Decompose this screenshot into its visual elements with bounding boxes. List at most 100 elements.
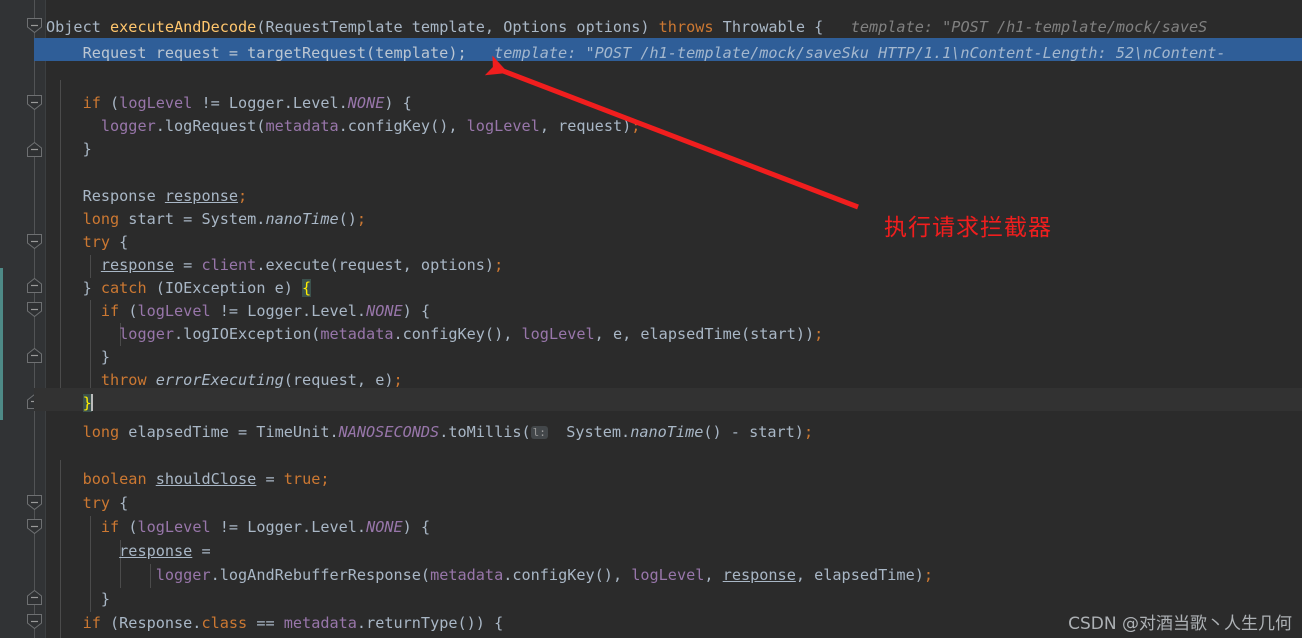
code-token: class	[201, 614, 248, 632]
code-line[interactable]: if (logLevel != Logger.Level.NONE) {	[46, 516, 430, 539]
fold-collapse-down-icon[interactable]	[27, 614, 42, 629]
code-line[interactable]: }	[46, 392, 93, 415]
code-token: (	[119, 302, 138, 320]
code-line[interactable]: } catch (IOException e) {	[46, 277, 312, 300]
code-token: ;	[393, 371, 403, 389]
code-line[interactable]: throw errorExecuting(request, e);	[46, 369, 403, 392]
code-line[interactable]: if (Response.class == metadata.returnTyp…	[46, 612, 504, 635]
code-token: ;	[803, 423, 814, 441]
code-token: .logIOException(	[174, 325, 321, 343]
code-token: =	[174, 256, 202, 274]
code-line[interactable]: response = client.execute(request, optio…	[46, 254, 503, 277]
fold-collapse-down-icon[interactable]	[27, 495, 42, 510]
code-token: try	[82, 494, 111, 512]
code-editor[interactable]: Object executeAndDecode(RequestTemplate …	[0, 0, 1302, 638]
code-token: != Logger.Level.	[192, 94, 348, 112]
code-token: {	[110, 233, 129, 251]
code-token: logLevel	[466, 117, 540, 135]
code-token: catch	[100, 279, 147, 297]
code-line[interactable]: Response response;	[46, 185, 248, 208]
code-token: .logAndRebufferResponse(	[210, 566, 431, 584]
code-line[interactable]: if (logLevel != Logger.Level.NONE) {	[46, 92, 412, 115]
code-token: NANOSECONDS	[338, 423, 440, 441]
fold-collapse-down-icon[interactable]	[27, 18, 42, 33]
code-token: }	[46, 140, 92, 158]
code-line[interactable]: }	[46, 346, 110, 369]
fold-collapse-down-icon[interactable]	[27, 519, 42, 534]
code-token: , e, elapsedTime(start))	[594, 325, 815, 343]
code-token: }	[46, 279, 101, 297]
code-token: ;	[494, 256, 504, 274]
code-token: ;	[814, 325, 824, 343]
code-line[interactable]: logger.logRequest(metadata.configKey(), …	[46, 115, 641, 138]
code-line[interactable]: try {	[46, 231, 129, 254]
code-token: start = System.	[119, 210, 266, 228]
code-token: template: "POST /h1-template/mock/saveSk…	[466, 44, 1226, 62]
code-line[interactable]: logger.logIOException(metadata.configKey…	[46, 323, 823, 346]
fold-collapse-down-icon[interactable]	[27, 302, 42, 317]
code-token: (	[100, 94, 120, 112]
changed-line-marker	[0, 268, 3, 420]
code-token: (IOException e)	[146, 279, 303, 297]
parameter-name-hint: l:	[530, 426, 548, 439]
code-line[interactable]: Object executeAndDecode(RequestTemplate …	[46, 16, 1207, 39]
code-line[interactable]: logger.logAndRebufferResponse(metadata.c…	[46, 564, 933, 587]
code-token: != Logger.Level.	[210, 518, 367, 536]
code-token: {	[814, 18, 824, 36]
code-token: .returnType()) {	[356, 614, 504, 632]
fold-collapse-down-icon[interactable]	[27, 95, 42, 110]
code-token: if	[82, 614, 101, 632]
code-line[interactable]: Request request = targetRequest(template…	[46, 42, 1226, 65]
code-token: {	[110, 494, 129, 512]
code-token: executeAndDecode	[110, 18, 257, 36]
code-line[interactable]: }	[46, 138, 92, 161]
code-token: ;	[238, 187, 248, 205]
code-token: (	[119, 518, 138, 536]
code-token: logger	[119, 325, 175, 343]
code-token: try	[82, 233, 111, 251]
csdn-watermark: CSDN @对酒当歌丶人生几何	[1068, 614, 1292, 634]
code-token: (request, e)	[283, 371, 394, 389]
code-token: Throwable	[713, 18, 815, 36]
code-token: NONE	[347, 94, 385, 112]
code-token: "POST /h1-template/mock/saveS	[942, 18, 1208, 36]
fold-collapse-up-icon[interactable]	[27, 590, 42, 605]
code-token: metadata	[320, 325, 394, 343]
code-token: response	[722, 566, 796, 584]
code-token: logLevel	[137, 302, 211, 320]
fold-collapse-up-icon[interactable]	[27, 278, 42, 293]
code-token: throw	[100, 371, 147, 389]
code-line[interactable]: long start = System.nanoTime();	[46, 208, 367, 231]
fold-collapse-up-icon[interactable]	[27, 142, 42, 157]
code-token: .configKey(),	[338, 117, 467, 135]
code-line[interactable]: try {	[46, 492, 129, 515]
code-line[interactable]: }	[46, 588, 110, 611]
code-token: if	[82, 94, 101, 112]
code-line[interactable]: response =	[46, 540, 210, 563]
code-content-area[interactable]: Object executeAndDecode(RequestTemplate …	[34, 0, 1302, 638]
code-token: logger	[155, 566, 211, 584]
code-token: ) {	[402, 518, 431, 536]
code-line[interactable]: long elapsedTime = TimeUnit.NANOSECONDS.…	[46, 421, 814, 444]
code-line[interactable]: boolean shouldClose = true;	[46, 468, 330, 491]
code-token: , elapsedTime)	[795, 566, 924, 584]
code-token: boolean	[82, 470, 147, 488]
code-token: template:	[823, 18, 943, 36]
fold-collapse-up-icon[interactable]	[27, 348, 42, 363]
code-token: response	[164, 187, 239, 205]
code-token: ;	[923, 566, 934, 584]
code-line[interactable]: if (logLevel != Logger.Level.NONE) {	[46, 300, 430, 323]
annotation-label: 执行请求拦截器	[884, 215, 1052, 241]
code-token: ) {	[384, 94, 412, 112]
code-token: Request request = targetRequest(template…	[46, 44, 458, 62]
code-token: logLevel	[521, 325, 595, 343]
fold-collapse-down-icon[interactable]	[27, 234, 42, 249]
